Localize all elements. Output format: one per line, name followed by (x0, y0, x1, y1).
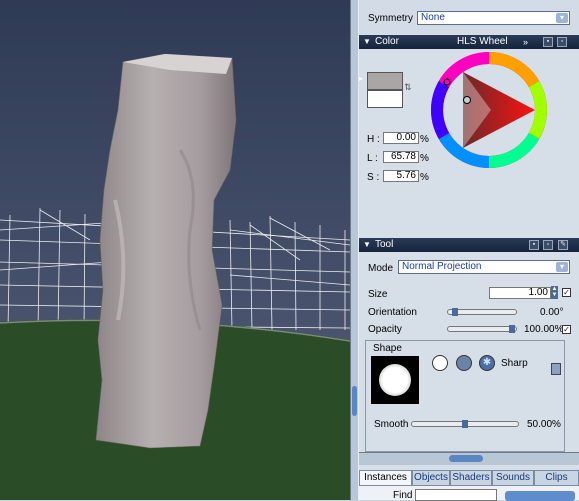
splitter-grip[interactable] (352, 386, 357, 416)
size-stepper[interactable]: ▲ ▼ (551, 286, 558, 299)
load-preset-icon[interactable]: ▫ (557, 37, 567, 47)
active-swatch-marker-icon: ▸ (359, 74, 364, 83)
symmetry-row: Symmetry None ▾ (359, 0, 579, 34)
orientation-slider[interactable] (447, 308, 517, 316)
drawer-grip[interactable] (449, 455, 483, 462)
tool-panel-header[interactable]: ▼ Tool ▪ ▫ ✎ (359, 238, 579, 252)
hls-color-wheel[interactable] (431, 52, 547, 168)
symmetry-select[interactable]: None ▾ (417, 11, 570, 25)
opacity-slider[interactable] (447, 325, 517, 333)
mode-value: Normal Projection (402, 261, 482, 272)
l-label: L : (367, 153, 378, 164)
smooth-label: Smooth (374, 419, 409, 430)
opacity-slider-thumb[interactable] (509, 325, 515, 333)
orientation-value: 0.00° (540, 307, 564, 318)
opacity-checkbox[interactable]: ✓ (562, 325, 571, 334)
s-label: S : (367, 172, 380, 183)
color-picker-marker[interactable] (463, 96, 471, 104)
opacity-value: 100.00% (524, 324, 564, 335)
tab-sounds[interactable]: Sounds (492, 470, 534, 486)
swap-colors-icon[interactable]: ⇅ (404, 82, 412, 93)
opacity-label: Opacity (368, 324, 402, 335)
3d-viewport[interactable] (0, 0, 350, 500)
drawer-splitter[interactable] (359, 452, 579, 465)
sharp-label: Sharp (501, 358, 528, 369)
tab-clips[interactable]: Clips (534, 470, 579, 486)
h-input[interactable]: 0.00 (383, 132, 419, 144)
h-label: H : (367, 134, 380, 145)
collapse-triangle-icon: ▼ (363, 240, 371, 249)
panel-splitter[interactable] (350, 0, 359, 500)
tool-panel-title: Tool (375, 239, 394, 250)
tab-instances[interactable]: Instances (359, 470, 412, 486)
orientation-slider-thumb[interactable] (452, 308, 458, 316)
foreground-color-swatch[interactable] (367, 72, 403, 90)
size-label: Size (368, 289, 388, 300)
s-unit: % (420, 172, 429, 183)
s-input[interactable]: 5.76 (383, 170, 419, 182)
chevron-down-icon: ▾ (556, 262, 568, 272)
symmetry-label: Symmetry (368, 13, 413, 24)
mode-menu-icon[interactable]: » (523, 35, 528, 49)
round-hard-shape-button[interactable] (456, 355, 472, 371)
library-tabs: Instances Objects Shaders Sounds Clips (359, 470, 579, 486)
size-checkbox[interactable]: ✓ (562, 288, 571, 297)
brush-shape-preview (371, 356, 419, 404)
save-preset-icon[interactable]: ▪ (529, 240, 539, 250)
tab-shaders[interactable]: Shaders (450, 470, 492, 486)
scene-render (0, 0, 350, 500)
chevron-down-icon: ▾ (556, 13, 568, 23)
collapse-triangle-icon: ▼ (363, 37, 371, 46)
shape-label: Shape (373, 343, 402, 354)
find-label: Find (393, 490, 413, 501)
symmetry-value: None (421, 12, 445, 23)
save-preset-icon[interactable]: ▪ (543, 37, 553, 47)
l-input[interactable]: 65.78 (383, 151, 419, 163)
library-content: Find (359, 486, 579, 501)
round-soft-shape-button[interactable] (432, 355, 448, 371)
color-mode-label[interactable]: HLS Wheel (457, 35, 508, 49)
color-panel-header[interactable]: ▼ Color HLS Wheel » ▪ ▫ (359, 35, 579, 49)
right-panel: Symmetry None ▾ ▼ Color HLS Wheel » ▪ ▫ … (359, 0, 579, 500)
mode-label: Mode (368, 263, 394, 274)
orientation-label: Orientation (368, 307, 417, 318)
background-color-swatch[interactable] (367, 90, 403, 108)
load-preset-icon[interactable]: ▫ (543, 240, 553, 250)
color-panel-title: Color (375, 36, 399, 47)
h-unit: % (420, 134, 429, 145)
tab-objects[interactable]: Objects (412, 470, 450, 486)
l-unit: % (420, 153, 429, 164)
size-input[interactable]: 1.00 (489, 287, 551, 299)
tool-settings-icon[interactable]: ✎ (558, 240, 568, 250)
smooth-slider-thumb[interactable] (462, 420, 468, 428)
find-input[interactable] (415, 489, 497, 501)
smooth-value: 50.00% (527, 419, 561, 430)
smooth-slider[interactable] (411, 420, 519, 428)
mode-select[interactable]: Normal Projection ▾ (398, 260, 570, 274)
sharp-shape-button[interactable]: ✱ (479, 355, 495, 371)
shape-menu-icon[interactable] (551, 363, 561, 375)
